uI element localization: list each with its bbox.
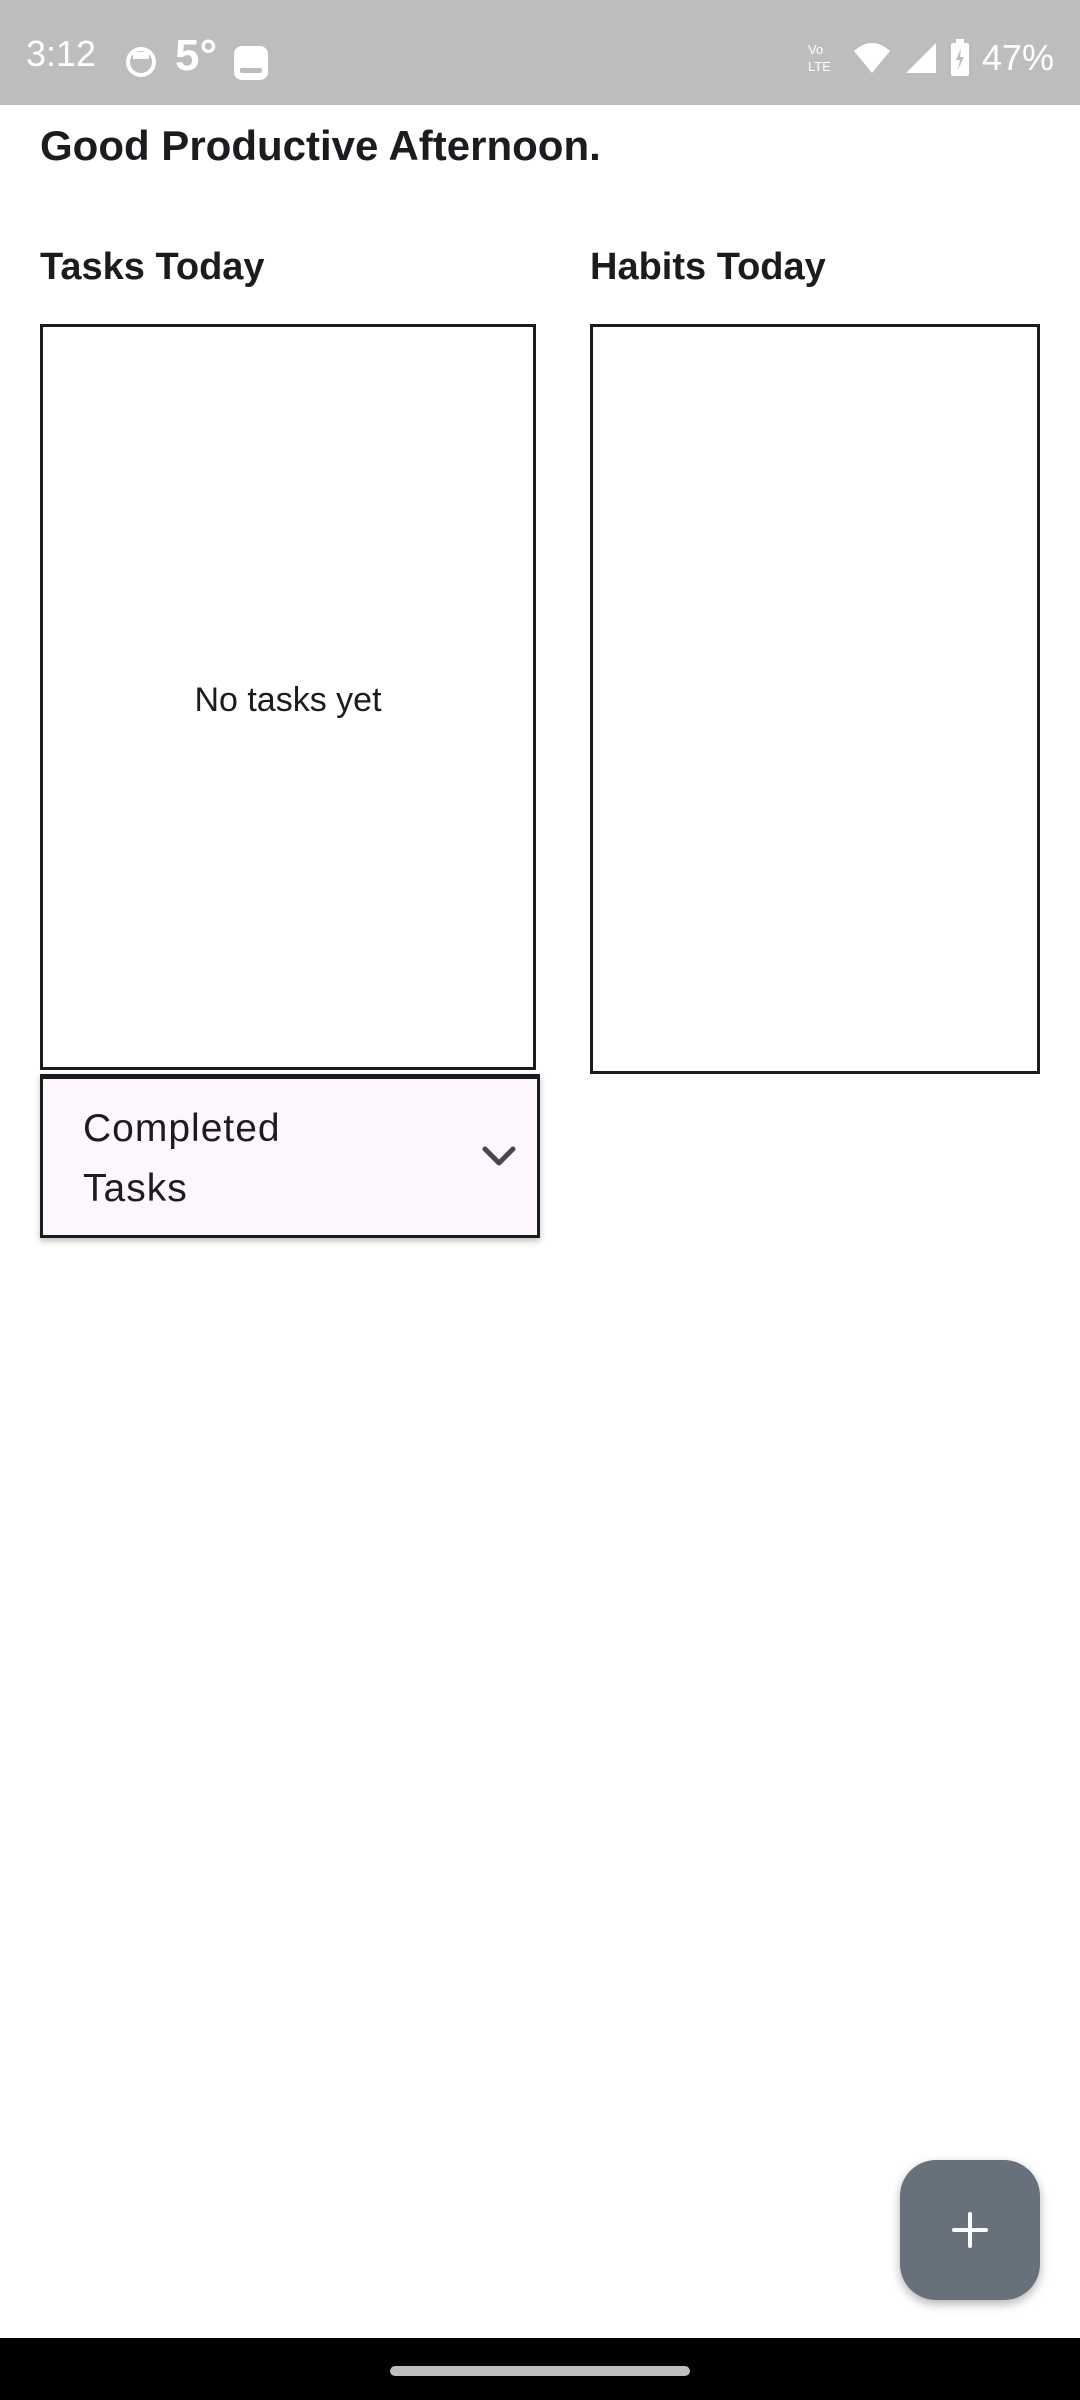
add-button[interactable] xyxy=(900,2160,1040,2300)
habits-list xyxy=(590,324,1040,1074)
svg-text:LTE: LTE xyxy=(808,59,831,74)
completed-tasks-toggle[interactable]: Completed Tasks xyxy=(40,1074,540,1238)
tasks-list: No tasks yet xyxy=(40,324,536,1070)
battery-percentage: 47% xyxy=(981,37,1054,78)
plus-icon xyxy=(952,2212,988,2248)
status-time: 3:12 xyxy=(26,33,97,74)
signal-icon xyxy=(905,43,936,73)
tasks-today-title: Tasks Today xyxy=(40,246,265,288)
habits-today-title: Habits Today xyxy=(590,246,826,288)
tasks-empty-message: No tasks yet xyxy=(194,681,382,719)
svg-text:Vo: Vo xyxy=(808,42,823,57)
app-notification-icon xyxy=(126,47,156,77)
status-bar: 3:12 5° Vo LTE 47% xyxy=(0,0,1080,105)
navigation-bar xyxy=(0,2338,1080,2400)
temperature: 5° xyxy=(175,31,218,80)
volte-icon: Vo LTE xyxy=(808,42,831,74)
home-handle[interactable] xyxy=(390,2366,690,2376)
status-right: Vo LTE 47% xyxy=(804,38,1054,78)
gallery-icon xyxy=(234,46,268,80)
chevron-down-icon xyxy=(482,1146,516,1166)
greeting-heading: Good Productive Afternoon. xyxy=(40,122,601,169)
wifi-icon xyxy=(853,43,890,73)
completed-tasks-label: Completed Tasks xyxy=(83,1107,281,1210)
battery-icon xyxy=(950,39,969,76)
